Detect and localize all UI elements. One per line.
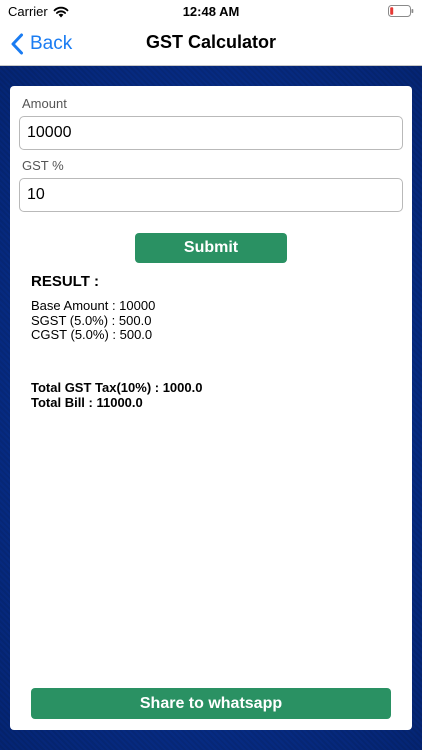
amount-input[interactable] xyxy=(19,116,403,150)
base-amount-line: Base Amount : 10000 xyxy=(31,298,156,313)
total-bill-line: Total Bill : 11000.0 xyxy=(31,394,143,410)
navigation-bar: Back GST Calculator xyxy=(0,22,422,66)
status-time: 12:48 AM xyxy=(182,4,240,19)
battery-icon xyxy=(388,5,414,17)
result-heading: RESULT : xyxy=(31,273,100,290)
share-whatsapp-button[interactable]: Share to whatsapp xyxy=(31,688,391,719)
cgst-line: CGST (5.0%) : 500.0 xyxy=(31,327,153,342)
sgst-line: SGST (5.0%) : 500.0 xyxy=(31,312,152,328)
amount-label: Amount xyxy=(22,96,67,111)
gst-percent-label: GST % xyxy=(22,158,64,173)
result-breakdown: Base Amount : 10000 SGST (5.0%) : 500.0 … xyxy=(31,298,156,343)
total-gst-line: Total GST Tax(10%) : 1000.0 xyxy=(31,380,203,395)
gst-percent-input[interactable] xyxy=(19,178,403,212)
calculator-card: Amount GST % Submit RESULT : Base Amount… xyxy=(10,86,412,730)
result-totals: Total GST Tax(10%) : 1000.0 Total Bill :… xyxy=(31,380,203,410)
page-title: GST Calculator xyxy=(145,32,277,52)
submit-button[interactable]: Submit xyxy=(135,233,287,263)
status-bar: Carrier 12:48 AM xyxy=(0,0,422,22)
